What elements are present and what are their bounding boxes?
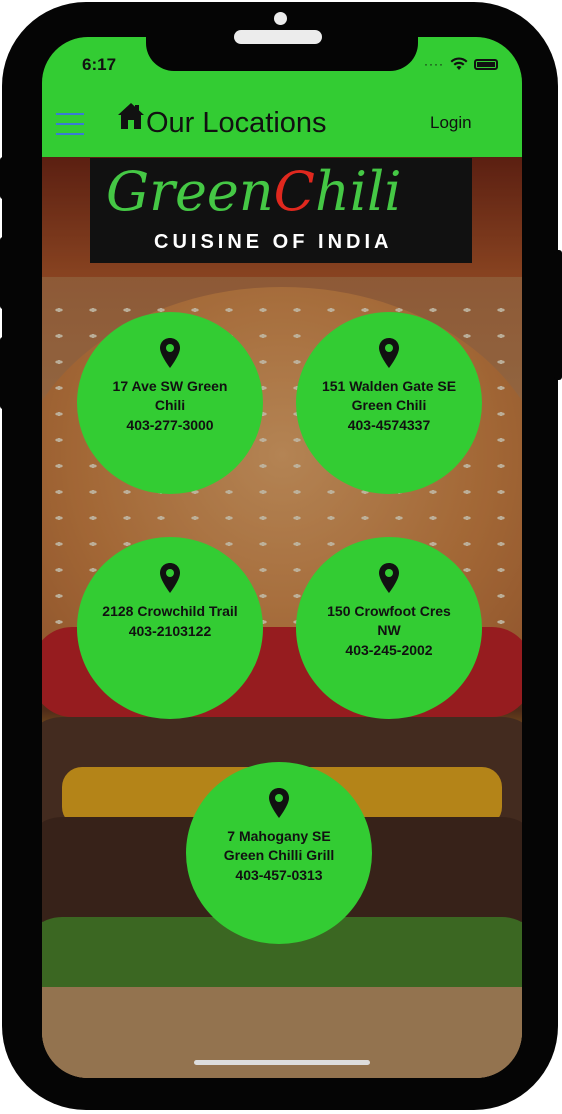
speaker-grille [234,30,322,44]
location-name: 17 Ave SW Green Chili [112,378,228,413]
login-button[interactable]: Login [430,113,472,133]
location-name: 7 Mahogany SE Green Chilli Grill [223,828,335,863]
volume-down-button [0,337,8,409]
signal-icon: ···· [424,57,444,71]
location-phone: 403-2103122 [128,623,212,639]
location-pin-icon [160,563,180,593]
front-camera [274,12,287,25]
location-pin-icon [160,338,180,368]
battery-icon [474,58,498,70]
status-icons: ···· [424,57,498,71]
restaurant-logo: GreenChili CUISINE OF INDIA [90,158,472,263]
app-bar: Our Locations Login [42,93,522,157]
status-time: 6:17 [82,55,117,74]
hamburger-icon[interactable] [56,113,84,135]
wifi-icon [450,57,468,70]
location-phone: 403-245-2002 [345,642,433,658]
location-name: 2128 Crowchild Trail [102,603,238,619]
home-indicator[interactable] [194,1060,370,1065]
location-button[interactable]: 2128 Crowchild Trail 403-2103122 [77,537,263,719]
home-icon[interactable] [116,101,146,133]
location-name: 151 Walden Gate SE Green Chili [321,378,457,413]
location-phone: 403-277-3000 [126,417,214,433]
location-pin-icon [269,788,289,818]
page-title: Our Locations [146,107,327,139]
location-button[interactable]: 150 Crowfoot Cres NW 403-245-2002 [296,537,482,719]
logo-tagline: CUISINE OF INDIA [154,231,393,253]
screen: 6:17 ···· Our Locations Login GreenChili… [42,37,522,1078]
location-button[interactable]: 151 Walden Gate SE Green Chili 403-45743… [296,312,482,494]
power-button [554,250,562,380]
location-button[interactable]: 17 Ave SW Green Chili 403-277-3000 [77,312,263,494]
location-phone: 403-4574337 [347,417,431,433]
location-phone: 403-457-0313 [235,867,323,883]
logo-wordmark: GreenChili [106,160,402,223]
location-button[interactable]: 7 Mahogany SE Green Chilli Grill 403-457… [186,762,372,944]
location-name: 150 Crowfoot Cres NW [327,603,451,638]
volume-up-button [0,237,8,309]
mute-switch [0,157,8,199]
location-pin-icon [379,563,399,593]
location-pin-icon [379,338,399,368]
